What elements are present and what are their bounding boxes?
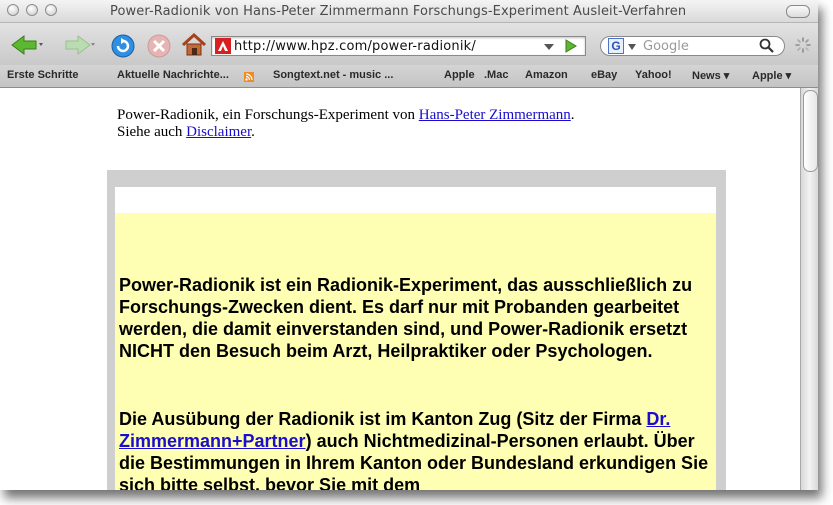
forward-button[interactable] xyxy=(62,34,96,56)
search-placeholder: Google xyxy=(643,39,689,54)
page-content: Power-Radionik, ein Forschungs-Experimen… xyxy=(0,88,800,490)
back-button[interactable] xyxy=(10,34,44,56)
bookmarks-bar: Erste Schritte Aktuelle Nachrichte... So… xyxy=(0,65,818,88)
toolbar-toggle-button[interactable] xyxy=(786,5,810,18)
stop-button[interactable] xyxy=(146,33,172,59)
vertical-scrollbar[interactable] xyxy=(800,88,818,490)
zoom-window-button[interactable] xyxy=(45,4,57,16)
intro-line: Power-Radionik, ein Forschungs-Experimen… xyxy=(117,107,575,124)
history-dropdown-icon[interactable] xyxy=(543,42,555,52)
notice-frame-left xyxy=(107,187,115,490)
home-icon xyxy=(181,32,207,56)
title-bar: Power-Radionik von Hans-Peter Zimmermann… xyxy=(0,0,818,23)
rss-feed-icon xyxy=(244,72,254,82)
see-also-suffix: . xyxy=(251,124,255,140)
see-also-line: Siehe auch Disclaimer. xyxy=(117,124,575,141)
bookmark-news-menu[interactable]: News ▾ xyxy=(692,69,729,82)
bookmark-songtext[interactable]: Songtext.net - music ... xyxy=(273,69,393,81)
notice-frame-right xyxy=(716,187,726,490)
browser-window: Power-Radionik von Hans-Peter Zimmermann… xyxy=(0,0,818,490)
bookmark-aktuelle-nachrichten[interactable]: Aktuelle Nachrichte... xyxy=(117,69,229,81)
home-button[interactable] xyxy=(180,32,208,58)
google-search-engine-icon[interactable]: G xyxy=(608,38,624,54)
intro-suffix: . xyxy=(570,107,575,123)
scrollbar-thumb[interactable] xyxy=(803,90,818,172)
loading-spinner-icon xyxy=(795,37,811,53)
search-field[interactable]: G Google xyxy=(600,36,785,56)
stop-icon xyxy=(147,34,171,58)
browser-toolbar: http://www.hpz.com/power-radionik/ G Goo… xyxy=(0,23,818,65)
reload-icon xyxy=(111,34,135,58)
author-link[interactable]: Hans-Peter Zimmermann xyxy=(419,107,571,123)
notice-paragraph-2: Die Ausübung der Radionik ist im Kanton … xyxy=(119,408,714,490)
close-window-button[interactable] xyxy=(7,4,19,16)
bookmark-apple-menu[interactable]: Apple ▾ xyxy=(752,69,791,82)
bookmark-erste-schritte[interactable]: Erste Schritte xyxy=(7,69,79,81)
notice-frame-top xyxy=(107,170,726,187)
intro-prefix: Power-Radionik, ein Forschungs-Experimen… xyxy=(117,107,419,123)
bookmark-yahoo[interactable]: Yahoo! xyxy=(635,69,672,81)
paragraph-2-prefix: Die Ausübung der Radionik ist im Kanton … xyxy=(119,409,647,429)
back-arrow-icon xyxy=(11,35,43,55)
bookmark-ebay[interactable]: eBay xyxy=(591,69,617,81)
search-icon[interactable] xyxy=(759,38,775,54)
reload-button[interactable] xyxy=(110,33,136,59)
disclaimer-link[interactable]: Disclaimer xyxy=(186,124,251,140)
bookmark-mac[interactable]: .Mac xyxy=(484,69,508,81)
notice-paragraph-1: Power-Radionik ist ein Radionik-Experime… xyxy=(119,275,693,361)
bookmark-apple[interactable]: Apple xyxy=(444,69,475,81)
go-icon[interactable] xyxy=(564,39,578,53)
bookmark-amazon[interactable]: Amazon xyxy=(525,69,568,81)
intro-text: Power-Radionik, ein Forschungs-Experimen… xyxy=(117,107,575,141)
see-also-prefix: Siehe auch xyxy=(117,124,187,140)
address-text[interactable]: http://www.hpz.com/power-radionik/ xyxy=(234,39,476,54)
forward-arrow-icon xyxy=(65,35,95,55)
minimize-window-button[interactable] xyxy=(26,4,38,16)
window-title: Power-Radionik von Hans-Peter Zimmermann… xyxy=(110,4,687,19)
address-bar[interactable]: http://www.hpz.com/power-radionik/ xyxy=(211,36,586,56)
site-favicon-icon xyxy=(215,38,231,54)
engine-dropdown-icon[interactable] xyxy=(627,43,637,51)
